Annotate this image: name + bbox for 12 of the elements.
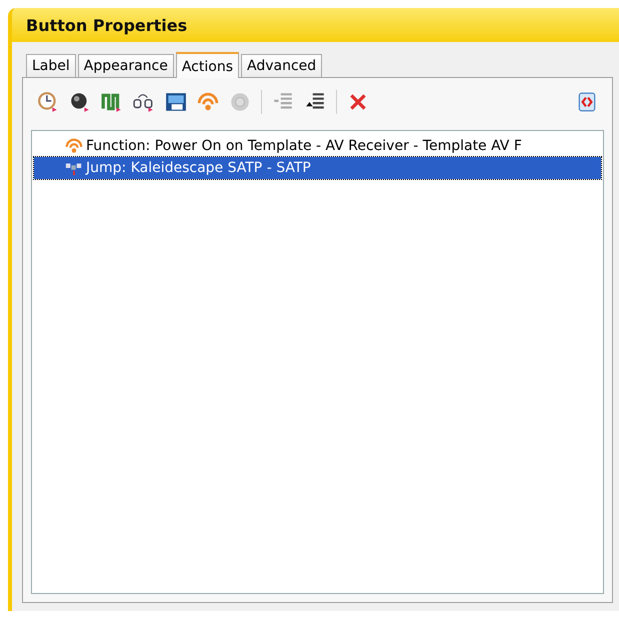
- broadcast-icon[interactable]: [197, 91, 219, 113]
- tab[interactable]: Actions: [176, 52, 239, 78]
- window-title: Button Properties: [26, 16, 188, 34]
- action-item[interactable]: Function: Power On on Template - AV Receiver - Template AV F: [34, 135, 601, 157]
- action-item[interactable]: Jump: Kaleidescape SATP - SATP: [34, 157, 601, 179]
- tab[interactable]: Advanced: [240, 54, 322, 77]
- script-icon[interactable]: [576, 91, 598, 113]
- broadcast-icon: [64, 137, 84, 155]
- pulse-icon[interactable]: [101, 91, 123, 113]
- tab[interactable]: Appearance: [78, 54, 174, 77]
- tab[interactable]: Label: [26, 54, 76, 77]
- clock-icon[interactable]: [37, 91, 59, 113]
